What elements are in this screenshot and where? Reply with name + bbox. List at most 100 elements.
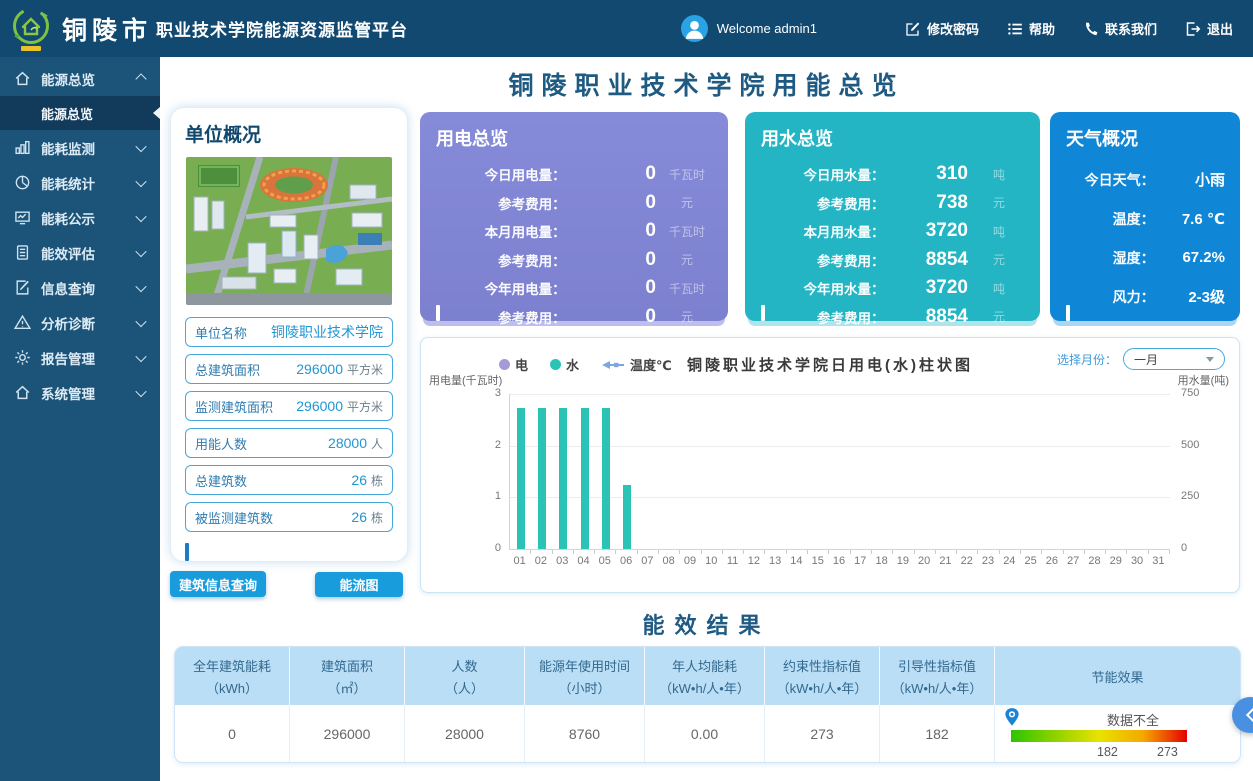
x-axis-tick: [552, 550, 553, 554]
welcome-area: Welcome admin1: [681, 15, 817, 42]
electricity-overview-panel: 用电总览 今日用电量：0千瓦时参考费用：0元本月用电量：0千瓦时参考费用：0元今…: [420, 112, 728, 321]
field-unit: 平方米: [347, 398, 383, 415]
chevron-down-icon: [1206, 357, 1214, 362]
x-axis-tick: [594, 550, 595, 554]
x-axis-tick: [871, 550, 872, 554]
stat-row: 参考费用：0元: [420, 303, 728, 332]
bar-day-02[interactable]: [538, 408, 546, 549]
bar-day-06[interactable]: [623, 485, 631, 549]
x-axis-tick: [1041, 550, 1042, 554]
chevron-up-icon: [135, 73, 146, 84]
brand-city: 铜陵市: [62, 11, 152, 47]
field-value: 26: [351, 472, 367, 488]
logout-button[interactable]: 退出: [1185, 19, 1233, 38]
stat-row: 参考费用：8854元: [745, 246, 1040, 275]
change-password-button[interactable]: 修改密码: [905, 19, 979, 38]
x-axis-label: 26: [1041, 555, 1063, 567]
sidebar-item-analysis-diagnosis[interactable]: 分析诊断: [0, 305, 160, 340]
stat-label: 今日用水量：: [759, 164, 884, 184]
x-axis-tick: [956, 550, 957, 554]
main-content: 铜陵职业技术学院用能总览 单位概况: [160, 57, 1253, 781]
x-axis-label: 06: [615, 555, 637, 567]
stat-row: 本月用电量：0千瓦时: [420, 217, 728, 246]
bar-day-01[interactable]: [517, 408, 525, 549]
sidebar-item-consumption-publicity[interactable]: 能耗公示: [0, 200, 160, 235]
x-axis-label: 22: [956, 555, 978, 567]
sidebar-item-system-management[interactable]: 系统管理: [0, 375, 160, 410]
month-selector-label: 选择月份：: [1057, 351, 1117, 368]
weather-value: 7.6 ℃: [1155, 210, 1225, 228]
legend-item-温度℃[interactable]: 温度℃: [601, 355, 672, 374]
field-label: 总建筑数: [195, 471, 247, 490]
page-title: 铜陵职业技术学院用能总览: [160, 66, 1253, 102]
sidebar-item-report-management[interactable]: 报告管理: [0, 340, 160, 375]
x-axis-label: 01: [509, 555, 531, 567]
stat-label: 今年用电量：: [434, 278, 566, 298]
table-header-cell: 全年建筑能耗（kWh）: [175, 647, 290, 705]
month-dropdown[interactable]: 一月: [1123, 348, 1225, 370]
edit-doc-icon: [14, 279, 31, 296]
weather-overview-panel: 天气概况 今日天气：小雨温度：7.6 ℃湿度：67.2%风力：2-3级: [1050, 112, 1240, 321]
legend-item-水[interactable]: 水: [550, 355, 579, 374]
field-unit: 栋: [371, 472, 383, 489]
stat-row: 参考费用：8854元: [745, 303, 1040, 332]
stat-value: 3720: [884, 220, 972, 242]
sidebar-item-info-query[interactable]: 信息查询: [0, 270, 160, 305]
warning-icon: [14, 314, 31, 331]
stat-label: 参考费用：: [434, 307, 566, 327]
chevron-down-icon: [135, 280, 146, 291]
title-accent-bar: [185, 543, 189, 561]
gridline: [510, 394, 1170, 395]
stat-value: 0: [566, 249, 660, 271]
water-panel-title: 用水总览: [745, 112, 1040, 160]
stat-row: 今日用电量：0千瓦时: [420, 160, 728, 189]
stat-value: 0: [566, 277, 660, 299]
campus-aerial-image: [186, 157, 392, 305]
stat-value: 8854: [884, 306, 972, 328]
contact-us-button[interactable]: 联系我们: [1083, 19, 1157, 38]
stat-unit: 吨: [972, 223, 1026, 240]
x-axis-label: 21: [934, 555, 956, 567]
app-root: 铜陵市 职业技术学院能源资源监管平台 Welcome admin1 修改密码帮助…: [0, 0, 1253, 781]
sidebar-item-consumption-monitoring[interactable]: 能耗监测: [0, 130, 160, 165]
legend-item-电[interactable]: 电: [499, 355, 528, 374]
bar-chart-icon: [14, 139, 31, 156]
sidebar-item-efficiency-evaluation[interactable]: 能效评估: [0, 235, 160, 270]
sidebar-item-consumption-statistics[interactable]: 能耗统计: [0, 165, 160, 200]
chart-legend: 电 水 温度℃: [499, 355, 672, 374]
left-axis-tick: 0: [461, 542, 501, 554]
weather-value: 67.2%: [1155, 249, 1225, 266]
sidebar-item-energy-overview[interactable]: 能源总览: [0, 61, 160, 96]
unit-field: 总建筑面积296000平方米: [185, 354, 393, 384]
building-info-query-button[interactable]: 建筑信息查询: [170, 571, 266, 597]
phone-icon: [1083, 21, 1099, 37]
sidebar-subitem-energy-overview[interactable]: 能源总览: [0, 96, 160, 130]
weather-panel-title: 天气概况: [1050, 112, 1240, 160]
stat-unit: 千瓦时: [660, 280, 714, 297]
chevron-down-icon: [135, 385, 146, 396]
energy-flow-diagram-button[interactable]: 能流图: [315, 572, 403, 597]
x-axis-label: 08: [658, 555, 680, 567]
table-value-cell: 182: [880, 705, 995, 762]
stat-unit: 元: [972, 251, 1026, 268]
bar-day-05[interactable]: [602, 408, 610, 549]
table-header-cell: 约束性指标值（kW•h/人•年）: [765, 647, 880, 705]
help-button[interactable]: 帮助: [1007, 19, 1055, 38]
table-header-cell: 年人均能耗（kW•h/人•年）: [645, 647, 765, 705]
bar-day-04[interactable]: [581, 408, 589, 549]
left-axis-tick: 1: [461, 490, 501, 502]
x-axis-tick: [828, 550, 829, 554]
weather-label: 风力：: [1065, 287, 1155, 307]
unit-fields: 单位名称铜陵职业技术学院总建筑面积296000平方米监测建筑面积296000平方…: [185, 317, 393, 532]
chevron-left-icon: [1245, 708, 1253, 722]
x-axis-tick: [1169, 550, 1170, 554]
stat-label: 参考费用：: [759, 193, 884, 213]
x-axis-tick: [1126, 550, 1127, 554]
x-axis-tick: [1020, 550, 1021, 554]
efficiency-section-title: 能效结果: [160, 608, 1253, 640]
weather-label: 湿度：: [1065, 248, 1155, 268]
x-axis-label: 03: [551, 555, 573, 567]
x-axis-tick: [935, 550, 936, 554]
saving-max-label: 273: [1157, 745, 1178, 759]
bar-day-03[interactable]: [559, 408, 567, 549]
